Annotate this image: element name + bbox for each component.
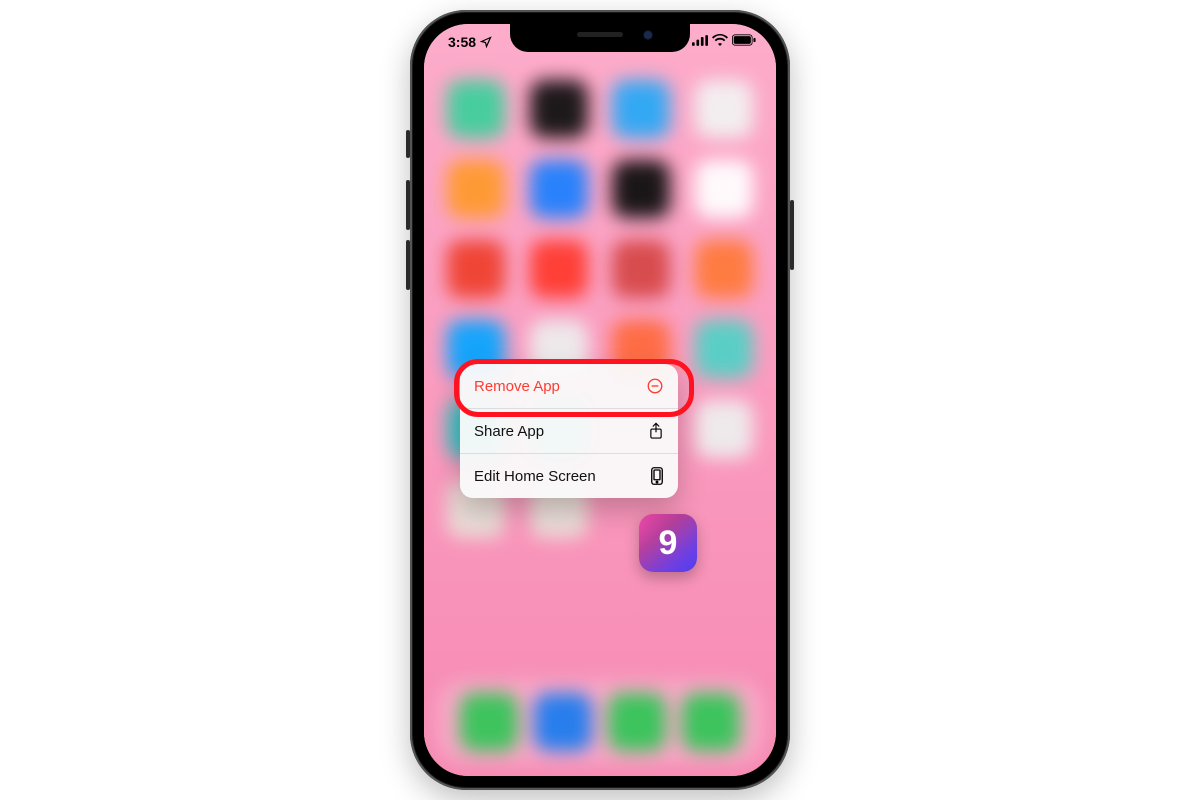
focused-app-glyph: 9 — [659, 524, 678, 563]
wifi-icon — [712, 34, 728, 46]
menu-item-label: Share App — [474, 423, 544, 440]
volume-up-button — [406, 180, 410, 230]
menu-item-label: Edit Home Screen — [474, 468, 596, 485]
cellular-icon — [692, 35, 708, 46]
status-time: 3:58 — [448, 34, 476, 50]
phone-device-icon — [650, 467, 664, 485]
share-icon — [648, 422, 664, 440]
canvas: 3:58 Remove App Share App — [0, 0, 1200, 800]
location-icon — [480, 36, 492, 48]
volume-down-button — [406, 240, 410, 290]
menu-item-edit-home-screen[interactable]: Edit Home Screen — [460, 453, 678, 498]
context-menu: Remove App Share App Edit Home Screen — [460, 364, 678, 498]
minus-circle-icon — [646, 377, 664, 395]
earpiece — [577, 32, 623, 37]
mute-switch — [406, 130, 410, 158]
notch — [510, 24, 690, 52]
battery-icon — [732, 34, 756, 46]
iphone-frame: 3:58 Remove App Share App — [410, 10, 790, 790]
screen[interactable]: 3:58 Remove App Share App — [424, 24, 776, 776]
front-camera — [644, 31, 652, 39]
dock — [436, 680, 764, 764]
focused-app-icon[interactable]: 9 — [639, 514, 697, 572]
menu-item-share-app[interactable]: Share App — [460, 408, 678, 453]
menu-item-remove-app[interactable]: Remove App — [460, 364, 678, 408]
side-button — [790, 200, 794, 270]
menu-item-label: Remove App — [474, 378, 560, 395]
